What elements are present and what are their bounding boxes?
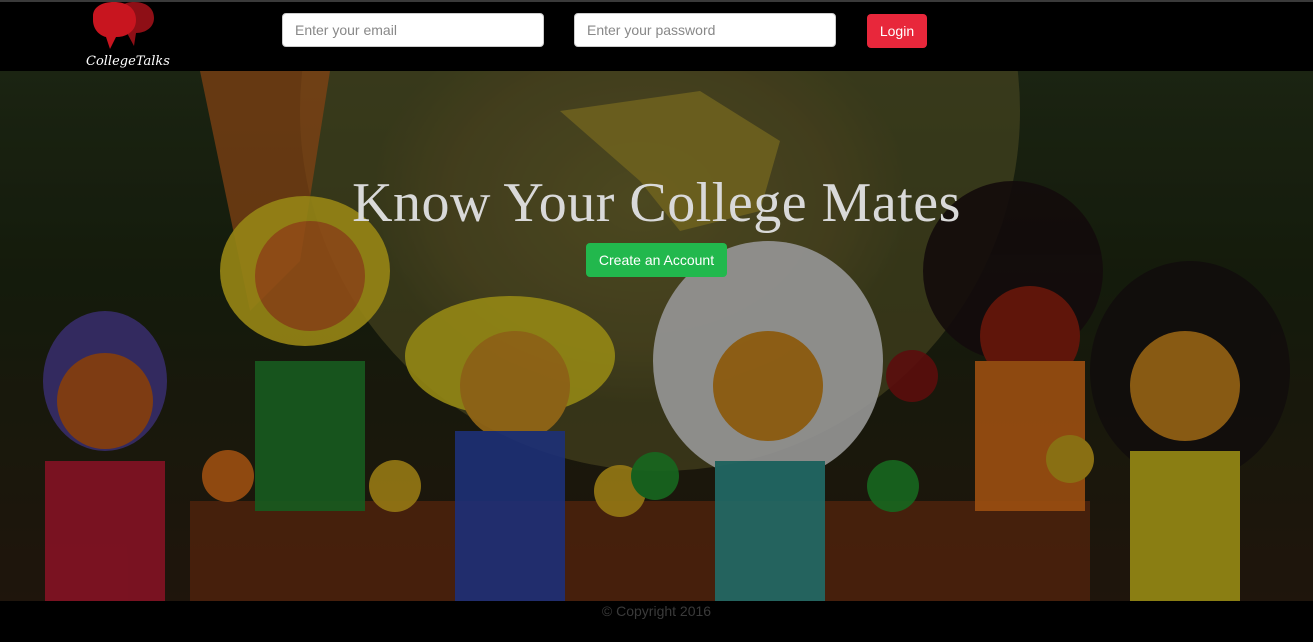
brand-name: CollegeTalks bbox=[86, 54, 170, 69]
create-account-button[interactable]: Create an Account bbox=[586, 243, 727, 277]
brand-logo[interactable]: CollegeTalks bbox=[86, 2, 170, 72]
password-input[interactable] bbox=[574, 13, 836, 47]
login-button[interactable]: Login bbox=[867, 14, 927, 48]
hero-title: Know Your College Mates bbox=[352, 172, 961, 234]
top-navbar: CollegeTalks Login bbox=[0, 0, 1313, 71]
email-input[interactable] bbox=[282, 13, 544, 47]
hero-overlay bbox=[0, 71, 1313, 601]
copyright-text: © Copyright 2016 bbox=[601, 603, 712, 619]
hero-section: Know Your College Mates Create an Accoun… bbox=[0, 71, 1313, 601]
footer: © Copyright 2016 bbox=[0, 601, 1313, 642]
speech-bubbles-icon bbox=[93, 2, 154, 49]
